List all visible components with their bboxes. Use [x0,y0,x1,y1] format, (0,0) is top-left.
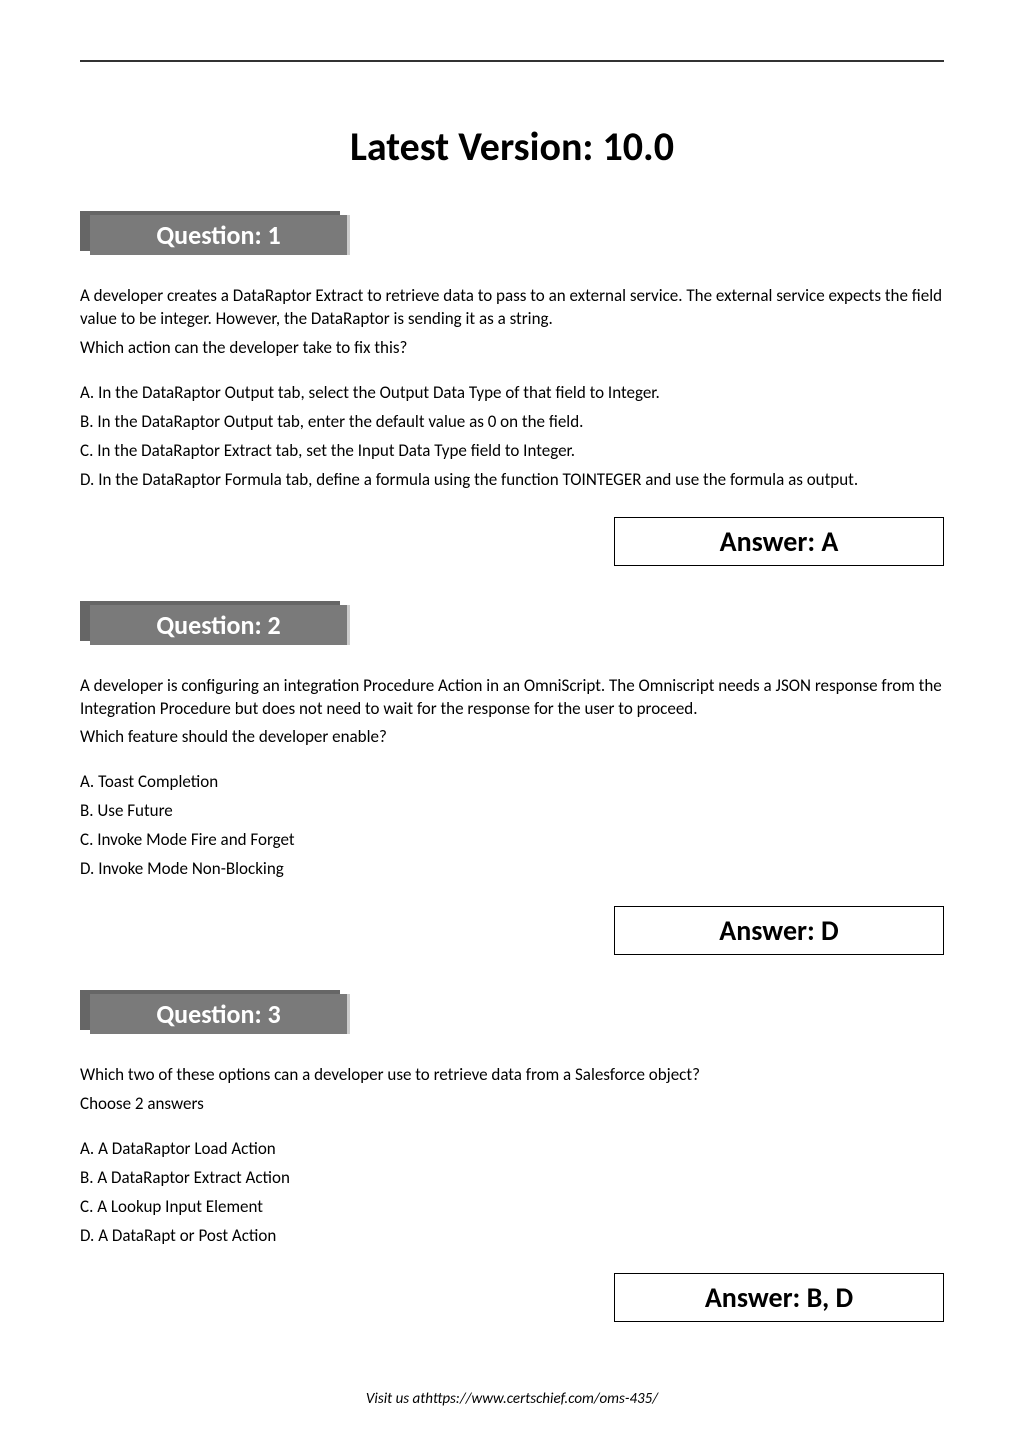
answer-wrap-2: Answer: D [80,906,944,955]
option-b: B. In the DataRaptor Output tab, enter t… [80,411,944,434]
prompt-line: Which feature should the developer enabl… [80,726,944,749]
version-title: Latest Version: 10.0 [80,122,944,171]
option-d: D. In the DataRaptor Formula tab, define… [80,469,944,492]
option-c: C. A Lookup Input Element [80,1196,944,1219]
option-a: A. A DataRaptor Load Action [80,1138,944,1161]
question-bar-label: Question: 1 [90,215,350,255]
top-rule [80,60,944,62]
page-container: Latest Version: 10.0 Question: 1 A devel… [0,0,1024,1448]
option-b: B. A DataRaptor Extract Action [80,1167,944,1190]
prompt-line: Choose 2 answers [80,1093,944,1116]
question-2-prompt: A developer is configuring an integratio… [80,675,944,750]
prompt-line: A developer creates a DataRaptor Extract… [80,285,944,331]
question-1-prompt: A developer creates a DataRaptor Extract… [80,285,944,360]
question-bar-label: Question: 3 [90,994,350,1034]
answer-box-3: Answer: B, D [614,1273,944,1322]
answer-text: Answer: A [720,524,839,559]
prompt-line: Which two of these options can a develop… [80,1064,944,1087]
question-header-2: Question: 2 [80,601,944,645]
prompt-line: Which action can the developer take to f… [80,337,944,360]
option-b: B. Use Future [80,800,944,823]
option-c: C. Invoke Mode Fire and Forget [80,829,944,852]
answer-box-1: Answer: A [614,517,944,566]
option-d: D. Invoke Mode Non-Blocking [80,858,944,881]
question-1-options: A. In the DataRaptor Output tab, select … [80,382,944,492]
option-c: C. In the DataRaptor Extract tab, set th… [80,440,944,463]
answer-text: Answer: B, D [705,1280,853,1315]
option-d: D. A DataRapt or Post Action [80,1225,944,1248]
question-header-1: Question: 1 [80,211,944,255]
option-a: A. Toast Completion [80,771,944,794]
question-2-options: A. Toast Completion B. Use Future C. Inv… [80,771,944,881]
question-3-prompt: Which two of these options can a develop… [80,1064,944,1116]
question-header-3: Question: 3 [80,990,944,1034]
footer-text: Visit us athttps://www.certschief.com/om… [0,1390,1024,1408]
prompt-line: A developer is configuring an integratio… [80,675,944,721]
answer-box-2: Answer: D [614,906,944,955]
answer-text: Answer: D [719,913,838,948]
answer-wrap-1: Answer: A [80,517,944,566]
question-3-options: A. A DataRaptor Load Action B. A DataRap… [80,1138,944,1248]
answer-wrap-3: Answer: B, D [80,1273,944,1322]
option-a: A. In the DataRaptor Output tab, select … [80,382,944,405]
question-bar-label: Question: 2 [90,605,350,645]
